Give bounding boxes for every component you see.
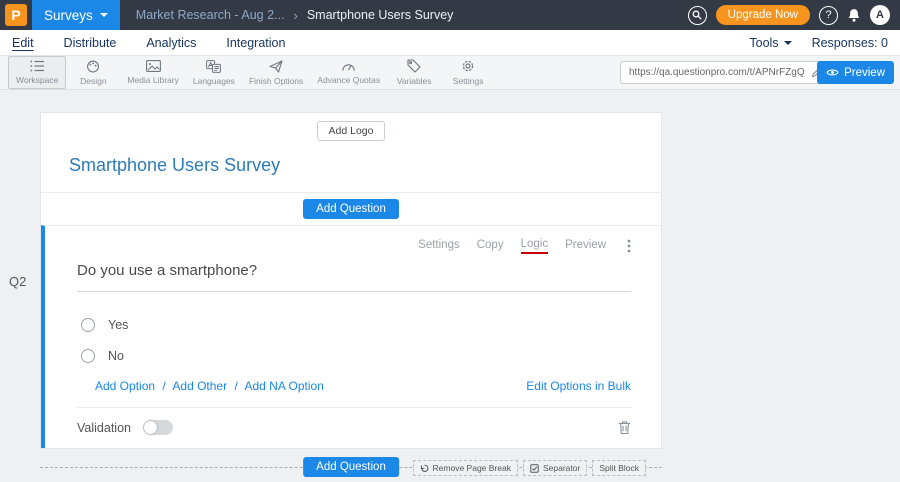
question-action-tabs: Settings Copy Logic Preview (77, 238, 631, 254)
answer-option-row: Yes (81, 318, 631, 332)
survey-canvas: Q2 Add Logo Smartphone Users Survey Add … (0, 112, 900, 482)
validation-label: Validation (77, 421, 131, 435)
tab-copy[interactable]: Copy (477, 239, 504, 253)
add-na-option-link[interactable]: Add NA Option (244, 379, 323, 393)
upgrade-now-button[interactable]: Upgrade Now (716, 5, 810, 25)
help-icon[interactable]: ? (819, 6, 838, 25)
link-separator: / (234, 379, 237, 393)
paper-plane-icon (269, 60, 283, 73)
toggle-knob (144, 421, 157, 434)
search-icon[interactable] (688, 6, 707, 25)
toolbar-item-media-library[interactable]: Media Library (120, 56, 186, 89)
option-label[interactable]: No (108, 349, 124, 363)
delete-question-trash-icon[interactable] (618, 420, 631, 435)
quota-gauge-icon (341, 60, 356, 72)
answer-option-row: No (81, 349, 631, 363)
toolbar-item-settings[interactable]: Settings (441, 56, 495, 89)
product-switcher[interactable]: Surveys (32, 0, 120, 30)
question-number: Q2 (9, 274, 26, 289)
chevron-down-icon (784, 41, 792, 45)
remove-page-break-button[interactable]: Remove Page Break (413, 460, 518, 476)
breadcrumb-parent[interactable]: Market Research - Aug 2... (136, 8, 285, 22)
checkbox-icon (530, 464, 539, 473)
survey-title[interactable]: Smartphone Users Survey (69, 155, 661, 176)
validation-row: Validation (77, 407, 631, 435)
toolbar-item-variables[interactable]: Variables (387, 56, 441, 89)
refresh-icon (420, 464, 429, 473)
editor-toolbar: Workspace Design Media Library Languages (0, 56, 900, 90)
survey-card: Add Logo Smartphone Users Survey Add Que… (40, 112, 662, 449)
notifications-bell-icon[interactable] (847, 8, 861, 23)
tab-settings[interactable]: Settings (418, 239, 460, 253)
radio-button[interactable] (81, 349, 95, 363)
questionpro-logo[interactable]: P (5, 4, 27, 26)
tools-label: Tools (749, 36, 778, 50)
separator-button[interactable]: Separator (523, 460, 587, 476)
tab-preview[interactable]: Preview (565, 239, 606, 253)
languages-icon (206, 60, 221, 73)
add-logo-button[interactable]: Add Logo (317, 121, 386, 141)
menu-item-distribute[interactable]: Distribute (64, 36, 117, 50)
radio-button[interactable] (81, 318, 95, 332)
tab-logic[interactable]: Logic (521, 238, 549, 254)
menu-item-edit[interactable]: Edit (12, 36, 34, 50)
add-other-link[interactable]: Add Other (172, 379, 227, 393)
avatar[interactable]: A (870, 5, 890, 25)
menu-item-analytics[interactable]: Analytics (146, 36, 196, 50)
image-icon (146, 60, 161, 72)
tools-dropdown[interactable]: Tools (749, 36, 791, 50)
validation-toggle[interactable] (143, 420, 173, 435)
gear-icon (461, 59, 475, 73)
breadcrumb-current: Smartphone Users Survey (307, 8, 454, 22)
add-option-link[interactable]: Add Option (95, 379, 155, 393)
breadcrumb-separator: › (293, 8, 297, 23)
split-block-button[interactable]: Split Block (592, 460, 646, 476)
toolbar-item-workspace[interactable]: Workspace (8, 56, 66, 89)
question-text-field[interactable]: Do you use a smartphone? (77, 262, 631, 292)
chevron-down-icon (100, 13, 108, 17)
survey-url-field (620, 61, 828, 84)
toolbar-item-design[interactable]: Design (66, 56, 120, 89)
survey-url-input[interactable] (629, 67, 811, 78)
survey-menu-bar: Edit Distribute Analytics Integration To… (0, 30, 900, 56)
option-links: Add Option / Add Other / Add NA Option (95, 379, 324, 393)
kebab-menu-icon[interactable] (627, 239, 631, 253)
toolbar-item-languages[interactable]: Languages (186, 56, 242, 89)
menu-item-integration[interactable]: Integration (226, 36, 285, 50)
design-palette-icon (86, 60, 100, 73)
option-label[interactable]: Yes (108, 318, 128, 332)
tag-icon (407, 59, 421, 73)
add-question-button-top[interactable]: Add Question (303, 199, 399, 219)
edit-options-in-bulk-link[interactable]: Edit Options in Bulk (526, 379, 631, 393)
toolbar-item-advance-quotas[interactable]: Advance Quotas (310, 56, 387, 89)
workspace-icon (30, 60, 45, 72)
eye-icon (826, 68, 839, 77)
question-block: Settings Copy Logic Preview Do you use a… (41, 225, 661, 448)
product-label: Surveys (44, 8, 93, 23)
responses-count[interactable]: Responses: 0 (812, 36, 888, 50)
breadcrumb: Market Research - Aug 2... › Smartphone … (136, 8, 454, 23)
add-question-button-bottom[interactable]: Add Question (303, 457, 399, 477)
preview-button[interactable]: Preview (817, 61, 894, 84)
toolbar-item-finish-options[interactable]: Finish Options (242, 56, 310, 89)
link-separator: / (162, 379, 165, 393)
top-bar: P Surveys Market Research - Aug 2... › S… (0, 0, 900, 30)
